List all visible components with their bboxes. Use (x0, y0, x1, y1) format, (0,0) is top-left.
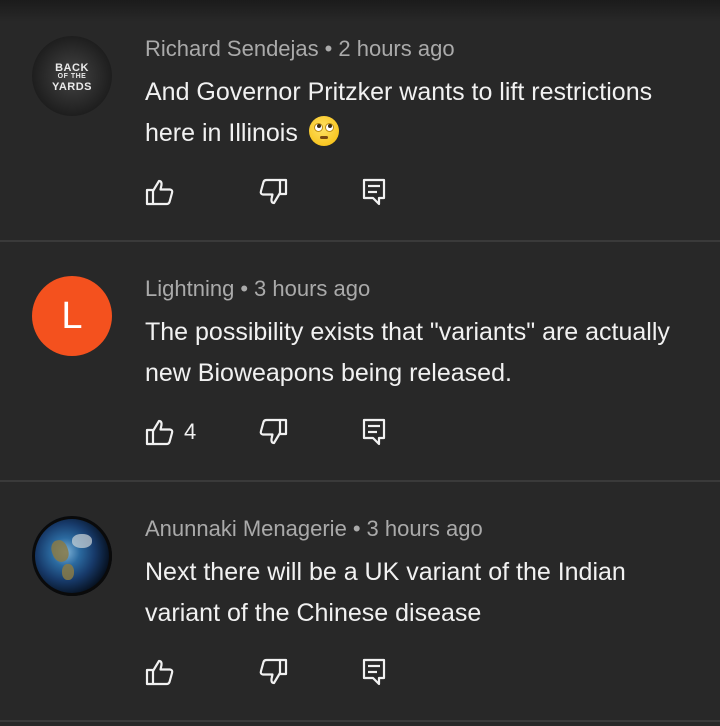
thumbs-down-icon (259, 658, 288, 685)
meta-separator: • (352, 516, 361, 541)
comment-author[interactable]: Richard Sendejas (145, 36, 319, 61)
avatar-logo-line: OF THE (57, 73, 87, 80)
dislike-button[interactable] (258, 177, 288, 207)
thumbs-up-icon (145, 419, 174, 446)
comment-body: The possibility exists that "variants" a… (145, 318, 670, 387)
comment-meta: Richard Sendejas • 2 hours ago (145, 36, 455, 62)
reply-button[interactable] (360, 177, 388, 207)
meta-separator: • (240, 276, 249, 301)
dislike-button[interactable] (258, 417, 288, 447)
comment-text: Next there will be a UK variant of the I… (145, 552, 705, 634)
reply-icon (362, 658, 386, 686)
comment-text: The possibility exists that "variants" a… (145, 312, 705, 394)
comment-text: And Governor Pritzker wants to lift rest… (145, 72, 705, 154)
thumbs-down-icon (259, 418, 288, 445)
like-button[interactable] (145, 177, 184, 207)
thumbs-up-icon (145, 659, 174, 686)
thumbs-down-icon (259, 178, 288, 205)
avatar[interactable]: BACK OF THE YARDS (32, 36, 112, 116)
avatar[interactable]: L (32, 276, 112, 356)
comment-actions: 4 (145, 417, 445, 451)
avatar[interactable] (32, 516, 112, 596)
meta-separator: • (324, 36, 333, 61)
reply-button[interactable] (360, 417, 388, 447)
comment-actions (145, 657, 445, 691)
comment-body: And Governor Pritzker wants to lift rest… (145, 78, 653, 147)
thumbs-up-icon (145, 179, 174, 206)
comment-item: L Lightning • 3 hours ago The possibility … (0, 242, 720, 482)
avatar-letter: L (61, 294, 83, 337)
avatar-earth-land (48, 537, 72, 565)
comment-item: BACK OF THE YARDS Richard Sendejas • 2 hou… (0, 2, 720, 242)
dislike-button[interactable] (258, 657, 288, 687)
comment-author[interactable]: Lightning (145, 276, 234, 301)
rolling-eyes-emoji-icon (308, 116, 339, 146)
comment-body: Next there will be a UK variant of the I… (145, 558, 626, 627)
comment-meta: Anunnaki Menagerie • 3 hours ago (145, 516, 483, 542)
comment-author[interactable]: Anunnaki Menagerie (145, 516, 347, 541)
comment-actions (145, 177, 445, 211)
avatar-logo-line: YARDS (52, 81, 92, 93)
like-count: 4 (184, 419, 197, 444)
reply-icon (362, 418, 386, 446)
comment-time: 2 hours ago (338, 36, 455, 61)
reply-button[interactable] (360, 657, 388, 687)
reply-icon (362, 178, 386, 206)
comment-time: 3 hours ago (366, 516, 483, 541)
avatar-earth-land (62, 564, 74, 580)
comment-meta: Lightning • 3 hours ago (145, 276, 370, 302)
like-button[interactable] (145, 657, 184, 687)
comment-time: 3 hours ago (254, 276, 371, 301)
comment-item: Anunnaki Menagerie • 3 hours ago Next ther… (0, 482, 720, 722)
avatar-earth-cloud (72, 534, 92, 548)
like-button[interactable]: 4 (145, 417, 196, 447)
